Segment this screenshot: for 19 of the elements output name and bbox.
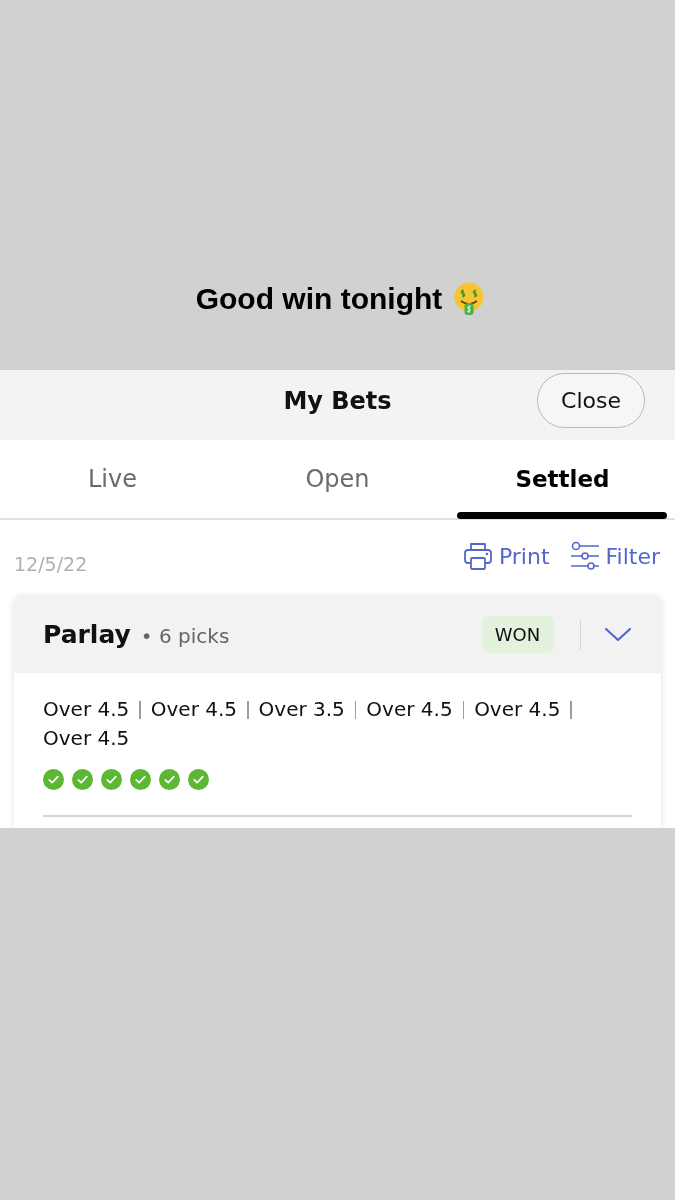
pick-label: Over 4.5 [150,696,238,723]
printer-icon [462,541,493,571]
close-button[interactable]: Close [537,373,645,428]
caption-text: Good win tonight [195,281,443,317]
pick-label: Over 4.5 [43,725,130,752]
chevron-down-icon[interactable] [604,626,632,643]
status-badge: WON [481,616,554,653]
money-face-icon [453,282,486,316]
filter-button[interactable]: Filter [569,541,660,571]
sliders-icon [569,541,600,571]
picks-count: • 6 picks [140,624,230,648]
pick-label: Over 4.5 [43,696,130,723]
date-label: 12/5/22 [14,553,88,575]
header-title: My Bets [283,386,392,415]
bet-type: Parlay [43,620,131,649]
pick-label: Over 3.5 [258,696,345,723]
pick-label: Over 4.5 [366,696,453,723]
pick-label: Over 4.5 [474,696,561,723]
print-button[interactable]: Print [462,541,550,571]
